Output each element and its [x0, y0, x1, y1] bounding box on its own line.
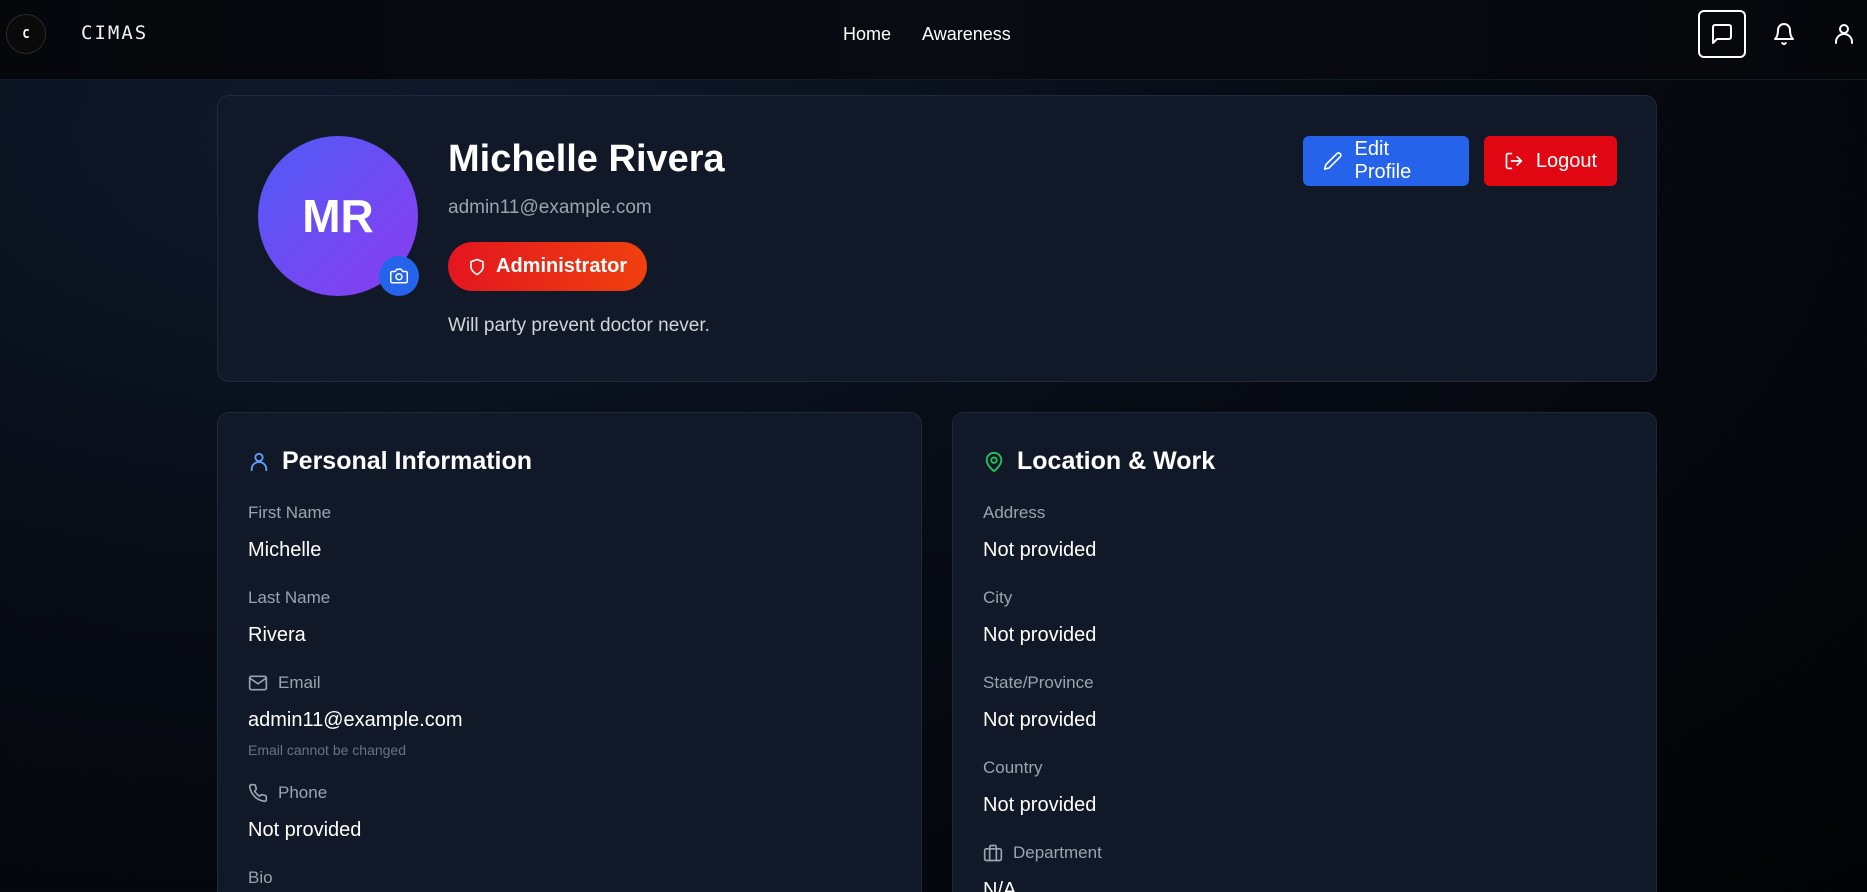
- country-label: Country: [983, 758, 1043, 778]
- bio-label-text: Bio: [248, 868, 273, 887]
- user-menu-button[interactable]: [1820, 10, 1867, 58]
- email-label-text: Email: [278, 673, 321, 692]
- pencil-icon: [1323, 152, 1342, 170]
- state-label: State/Province: [983, 673, 1094, 693]
- last-name-label: Last Name: [248, 588, 330, 608]
- personal-info-title: Personal Information: [248, 447, 532, 476]
- city-label-text: City: [983, 588, 1013, 607]
- nav-links: Home Awareness: [843, 24, 1011, 45]
- logout-button[interactable]: Logout: [1484, 136, 1617, 186]
- logo-letter: C: [22, 27, 30, 41]
- first-name-label-text: First Name: [248, 503, 332, 522]
- address-label: Address: [983, 503, 1045, 523]
- phone-value: Not provided: [248, 819, 362, 841]
- chat-button[interactable]: [1698, 10, 1746, 58]
- avatar-initials: MR: [302, 190, 374, 242]
- phone-label: Phone: [248, 783, 327, 803]
- briefcase-icon: [983, 844, 1003, 862]
- role-label: Administrator: [496, 255, 628, 277]
- phone-label-text: Phone: [278, 783, 328, 802]
- edit-profile-label: Edit Profile: [1354, 138, 1412, 183]
- location-work-title: Location & Work: [983, 447, 1215, 476]
- first-name-label: First Name: [248, 503, 331, 523]
- bio-label: Bio: [248, 868, 273, 888]
- first-name-value: Michelle: [248, 539, 322, 561]
- department-value: N/A: [983, 879, 1017, 892]
- profile-bio: Will party prevent doctor never.: [448, 315, 710, 336]
- camera-icon: [390, 268, 408, 284]
- city-value: Not provided: [983, 624, 1097, 646]
- app-logo[interactable]: C: [6, 14, 46, 54]
- notifications-button[interactable]: [1760, 10, 1808, 58]
- person-icon: [250, 452, 268, 471]
- location-work-title-text: Location & Work: [1017, 447, 1216, 475]
- location-work-card: Location & Work Address Not provided Cit…: [952, 412, 1657, 892]
- user-icon: [1835, 24, 1853, 44]
- top-nav: C CIMAS Home Awareness: [0, 0, 1867, 80]
- address-label-text: Address: [983, 503, 1046, 522]
- logout-label: Logout: [1535, 149, 1597, 172]
- change-avatar-button[interactable]: [379, 256, 419, 296]
- edit-profile-button[interactable]: Edit Profile: [1303, 136, 1469, 186]
- personal-info-card: Personal Information First Name Michelle…: [217, 412, 922, 892]
- last-name-value: Rivera: [248, 624, 306, 646]
- state-label-text: State/Province: [983, 673, 1094, 692]
- email-value: admin11@example.com: [248, 709, 463, 731]
- department-label-text: Department: [1013, 843, 1102, 862]
- nav-link-awareness[interactable]: Awareness: [922, 24, 1011, 45]
- phone-icon: [248, 783, 268, 803]
- profile-email: admin11@example.com: [448, 197, 652, 218]
- email-note: Email cannot be changed: [248, 742, 406, 758]
- state-value: Not provided: [983, 709, 1097, 731]
- shield-icon: [470, 258, 484, 275]
- last-name-label-text: Last Name: [248, 588, 331, 607]
- personal-info-title-text: Personal Information: [282, 447, 533, 475]
- profile-header-card: MR Michelle Rivera admin11@example.com A…: [217, 95, 1657, 382]
- mail-icon: [248, 675, 268, 691]
- map-pin-icon: [985, 451, 1003, 472]
- address-value: Not provided: [983, 539, 1097, 561]
- bell-icon: [1774, 23, 1794, 45]
- country-value: Not provided: [983, 794, 1097, 816]
- profile-name: Michelle Rivera: [448, 138, 725, 180]
- logout-icon: [1505, 152, 1523, 170]
- brand-name[interactable]: CIMAS: [81, 22, 148, 44]
- nav-link-home[interactable]: Home: [843, 24, 891, 45]
- email-label: Email: [248, 673, 321, 693]
- role-badge: Administrator: [448, 242, 648, 291]
- city-label: City: [983, 588, 1012, 608]
- country-label-text: Country: [983, 758, 1043, 777]
- chat-icon: [1712, 24, 1732, 44]
- department-label: Department: [983, 843, 1102, 863]
